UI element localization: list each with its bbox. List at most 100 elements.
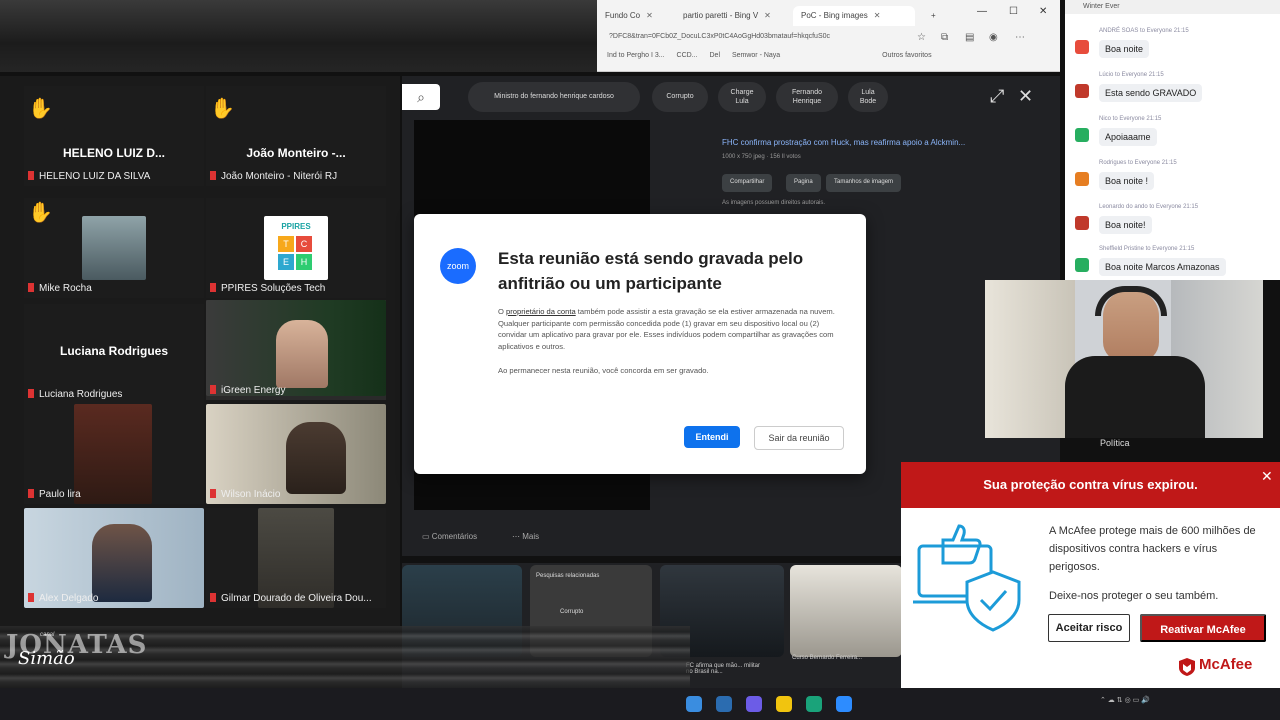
participant-face <box>286 422 346 494</box>
zoom-logo: zoom <box>440 248 476 284</box>
avatar <box>1075 128 1089 142</box>
more-link[interactable]: ⋯ Mais <box>512 532 539 541</box>
bookmark[interactable]: Ind to Pergho I 3... <box>607 52 665 59</box>
accept-risk-button[interactable]: Aceitar risco <box>1048 614 1130 642</box>
image-title[interactable]: FHC confirma prostração com Huck, mas re… <box>722 138 1022 147</box>
thumbnail-caption: Curso Bernardo Ferreira... <box>792 655 863 661</box>
maximize-icon[interactable]: ☐ <box>1009 6 1018 17</box>
participant-tile[interactable]: Luciana Rodrigues Luciana Rodrigues <box>24 304 204 404</box>
related-chip[interactable]: Ministro do fernando henrique cardoso <box>468 82 640 112</box>
copyright-note: As imagens possuem direitos autorais. <box>722 200 826 206</box>
related-chip[interactable]: Lula Bode <box>848 82 888 112</box>
avatar <box>1075 84 1089 98</box>
system-tray[interactable]: ⌃ ☁ ⇅ ◎ ▭ 🔊 <box>1100 696 1150 704</box>
thumbnail-caption: FC afirma que mão... militar no Brasil n… <box>686 663 761 675</box>
ppires-logo: PPIRES T C E H <box>264 216 328 280</box>
thumbnail[interactable] <box>790 565 902 657</box>
minimize-icon[interactable]: — <box>977 6 987 17</box>
avatar <box>1075 172 1089 186</box>
taskbar: ⌃ ☁ ⇅ ◎ ▭ 🔊 <box>0 688 1280 720</box>
zoom-app-icon[interactable] <box>836 696 852 712</box>
participant-tile[interactable]: Wilson Inácio <box>206 404 386 504</box>
other-bookmarks[interactable]: Outros favoritos <box>882 52 931 59</box>
related-chip[interactable]: Fernando Henrique <box>776 82 838 112</box>
participant-tile[interactable]: Paulo lira <box>24 404 204 504</box>
share-button[interactable]: Compartilhar <box>722 174 773 192</box>
bookmarks-bar: Ind to Pergho I 3... CCD... Del Semwor -… <box>597 52 1060 68</box>
dialog-note: Ao permanecer nesta reunião, você concor… <box>498 366 709 375</box>
participant-name: João Monteiro -... <box>246 146 346 160</box>
participant-tile[interactable]: PPIRES T C E H PPIRES Soluções Tech <box>206 198 386 298</box>
browser-tab-active[interactable]: PoC - Bing images ✕ <box>793 6 915 26</box>
bookmark[interactable]: Semwor - Naya <box>732 52 780 59</box>
close-icon[interactable]: ✕ <box>1261 468 1273 485</box>
raised-hand-icon: ✋ <box>210 98 235 120</box>
profile-icon[interactable]: ◉ <box>989 32 998 43</box>
avatar <box>1075 258 1089 272</box>
browser-tab[interactable]: Fundo Co ✕ <box>597 6 657 26</box>
mcafee-message: A McAfee protege mais de 600 milhões de … <box>1049 525 1256 573</box>
participant-tile[interactable]: ✋ Mike Rocha <box>24 198 204 298</box>
leave-meeting-button[interactable]: Sair da reunião <box>754 426 844 450</box>
zoom-gallery: ✋ HELENO LUIZ D... HELENO LUIZ DA SILVA … <box>0 76 400 626</box>
host-webcam <box>985 280 1263 438</box>
image-meta: 1000 x 750 jpeg · 156 Il votos <box>722 154 801 160</box>
search-icon[interactable]: ⌕ <box>402 84 440 110</box>
address-bar[interactable]: ?DFC8&tran=0FCb0Z_DocuLC3xP0tC4AoGgHd03b… <box>603 30 903 46</box>
browser-tab[interactable]: partio paretti - Bing V ✕ <box>675 6 785 26</box>
reactivate-mcafee-button[interactable]: Reativar McAfee <box>1140 614 1266 642</box>
taskview-icon[interactable] <box>716 696 732 712</box>
bookmark[interactable]: CCD... <box>677 52 698 59</box>
dialog-title: Esta reunião está sendo gravada pelo anf… <box>498 249 804 293</box>
participant-name: HELENO LUIZ D... <box>63 146 165 160</box>
related-chip[interactable]: Charge Lula <box>718 82 766 112</box>
browser-chrome: Fundo Co ✕ partio paretti - Bing V ✕ PoC -… <box>597 0 1060 72</box>
bookmark[interactable]: Del <box>710 52 721 59</box>
chat-app-icon[interactable] <box>746 696 762 712</box>
participant-tile[interactable]: ✋ João Monteiro -... João Monteiro - Nit… <box>206 86 386 186</box>
raised-hand-icon: ✋ <box>28 202 53 224</box>
watermark-line2: Simão <box>18 648 75 669</box>
chat-message: Lúcio to Everyone 21:15 Esta sendo GRAVA… <box>1073 70 1273 114</box>
participant-label: Wilson Inácio <box>210 489 280 500</box>
new-tab-button[interactable]: + <box>923 6 943 26</box>
extensions-icon[interactable]: ⧉ <box>941 32 948 43</box>
collections-icon[interactable]: ▤ <box>965 32 974 43</box>
close-icon[interactable]: ✕ <box>1018 86 1033 107</box>
participant-tile[interactable]: Alex Delgado <box>24 508 204 608</box>
participant-tile[interactable]: Gilmar Dourado de Oliveira Dou... <box>206 508 386 608</box>
explorer-icon[interactable] <box>776 696 792 712</box>
mcafee-header: Sua proteção contra vírus expirou. <box>901 462 1280 508</box>
star-icon[interactable]: ☆ <box>917 32 926 43</box>
account-owner-link[interactable]: proprietário da conta <box>506 307 576 316</box>
close-icon[interactable]: ✕ <box>646 11 653 20</box>
participant-face <box>276 320 328 388</box>
participant-label: PPIRES Soluções Tech <box>210 283 325 294</box>
mcafee-message-2: Deixe-nos proteger o seu também. <box>1049 590 1219 602</box>
start-icon[interactable] <box>686 696 702 712</box>
chat-message: Leonardo do ando to Everyone 21:15 Boa n… <box>1073 202 1273 246</box>
page-button[interactable]: Pagina <box>786 174 821 192</box>
image-sizes-button[interactable]: Tamanhos de imagem <box>826 174 902 192</box>
chat-message: Nico to Everyone 21:15 Apoiaaame <box>1073 114 1273 158</box>
participant-label: João Monteiro - Niterói RJ <box>210 171 337 182</box>
participant-label: Mike Rocha <box>28 283 92 294</box>
participant-label: Alex Delgado <box>28 593 98 604</box>
related-chip[interactable]: Corrupto <box>652 82 708 112</box>
close-icon[interactable]: ✕ <box>764 11 771 20</box>
participant-tile[interactable]: iGreen Energy <box>206 300 386 400</box>
got-it-button[interactable]: Entendi <box>684 426 740 448</box>
avatar <box>1075 216 1089 230</box>
participant-label: Paulo lira <box>28 489 81 500</box>
close-window-icon[interactable]: ✕ <box>1039 6 1047 17</box>
mcafee-popup: Sua proteção contra vírus expirou. ✕ A M… <box>901 462 1280 688</box>
edge-icon[interactable] <box>806 696 822 712</box>
participant-label: Gilmar Dourado de Oliveira Dou... <box>210 593 372 604</box>
participant-tile[interactable]: ✋ HELENO LUIZ D... HELENO LUIZ DA SILVA <box>24 86 204 186</box>
expand-icon[interactable]: ⤢ <box>990 86 1004 107</box>
recording-dialog: zoom Esta reunião está sendo gravada pel… <box>414 214 866 474</box>
close-icon[interactable]: ✕ <box>874 11 881 20</box>
more-icon[interactable]: ⋯ <box>1015 32 1025 43</box>
mcafee-brand: McAfee <box>1199 656 1253 673</box>
comments-link[interactable]: ▭ Comentários <box>422 532 477 541</box>
